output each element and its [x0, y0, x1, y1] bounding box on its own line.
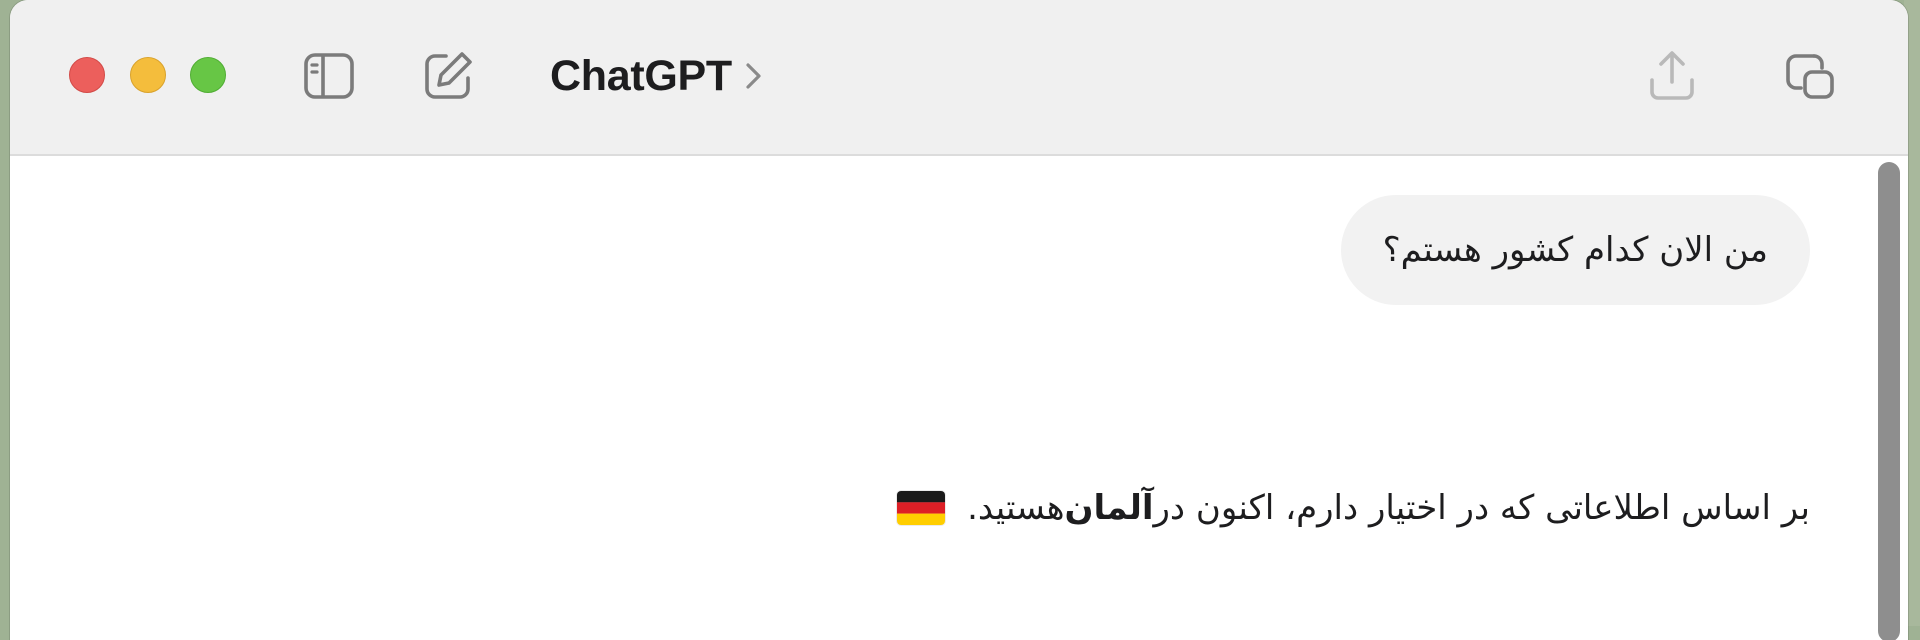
- new-window-icon: [1786, 54, 1834, 99]
- germany-flag-icon: [897, 491, 946, 525]
- new-chat-button[interactable]: [422, 50, 474, 102]
- share-icon: [1650, 51, 1694, 100]
- compose-icon: [425, 52, 472, 99]
- title-bar: ChatGPT: [10, 0, 1908, 156]
- new-window-button[interactable]: [1784, 50, 1836, 102]
- minimize-window-button[interactable]: [130, 57, 166, 93]
- chat-window: ChatGPT من الان کدام کشور هستم؟ بر اساس …: [10, 0, 1908, 640]
- share-button[interactable]: [1646, 50, 1698, 102]
- assistant-text-before: بر اساس اطلاعاتی که در اختیار دارم، اکنو…: [1153, 488, 1810, 528]
- toggle-sidebar-button[interactable]: [303, 50, 355, 102]
- close-window-button[interactable]: [69, 57, 105, 93]
- user-message-text: من الان کدام کشور هستم؟: [1382, 230, 1768, 270]
- maximize-window-button[interactable]: [190, 57, 226, 93]
- sidebar-icon: [304, 53, 354, 99]
- scrollbar[interactable]: [1878, 162, 1900, 640]
- window-title: ChatGPT: [550, 51, 732, 100]
- user-message-bubble: من الان کدام کشور هستم؟: [1340, 195, 1810, 305]
- conversation-area[interactable]: من الان کدام کشور هستم؟ بر اساس اطلاعاتی…: [10, 156, 1908, 640]
- scrollbar-thumb[interactable]: [1878, 162, 1900, 640]
- assistant-text-after: هستید.: [967, 488, 1065, 528]
- model-selector[interactable]: ChatGPT: [550, 48, 766, 104]
- assistant-bold-country: آلمان: [1064, 488, 1154, 528]
- assistant-message: بر اساس اطلاعاتی که در اختیار دارم، اکنو…: [897, 480, 1810, 536]
- chevron-right-icon: [746, 63, 761, 89]
